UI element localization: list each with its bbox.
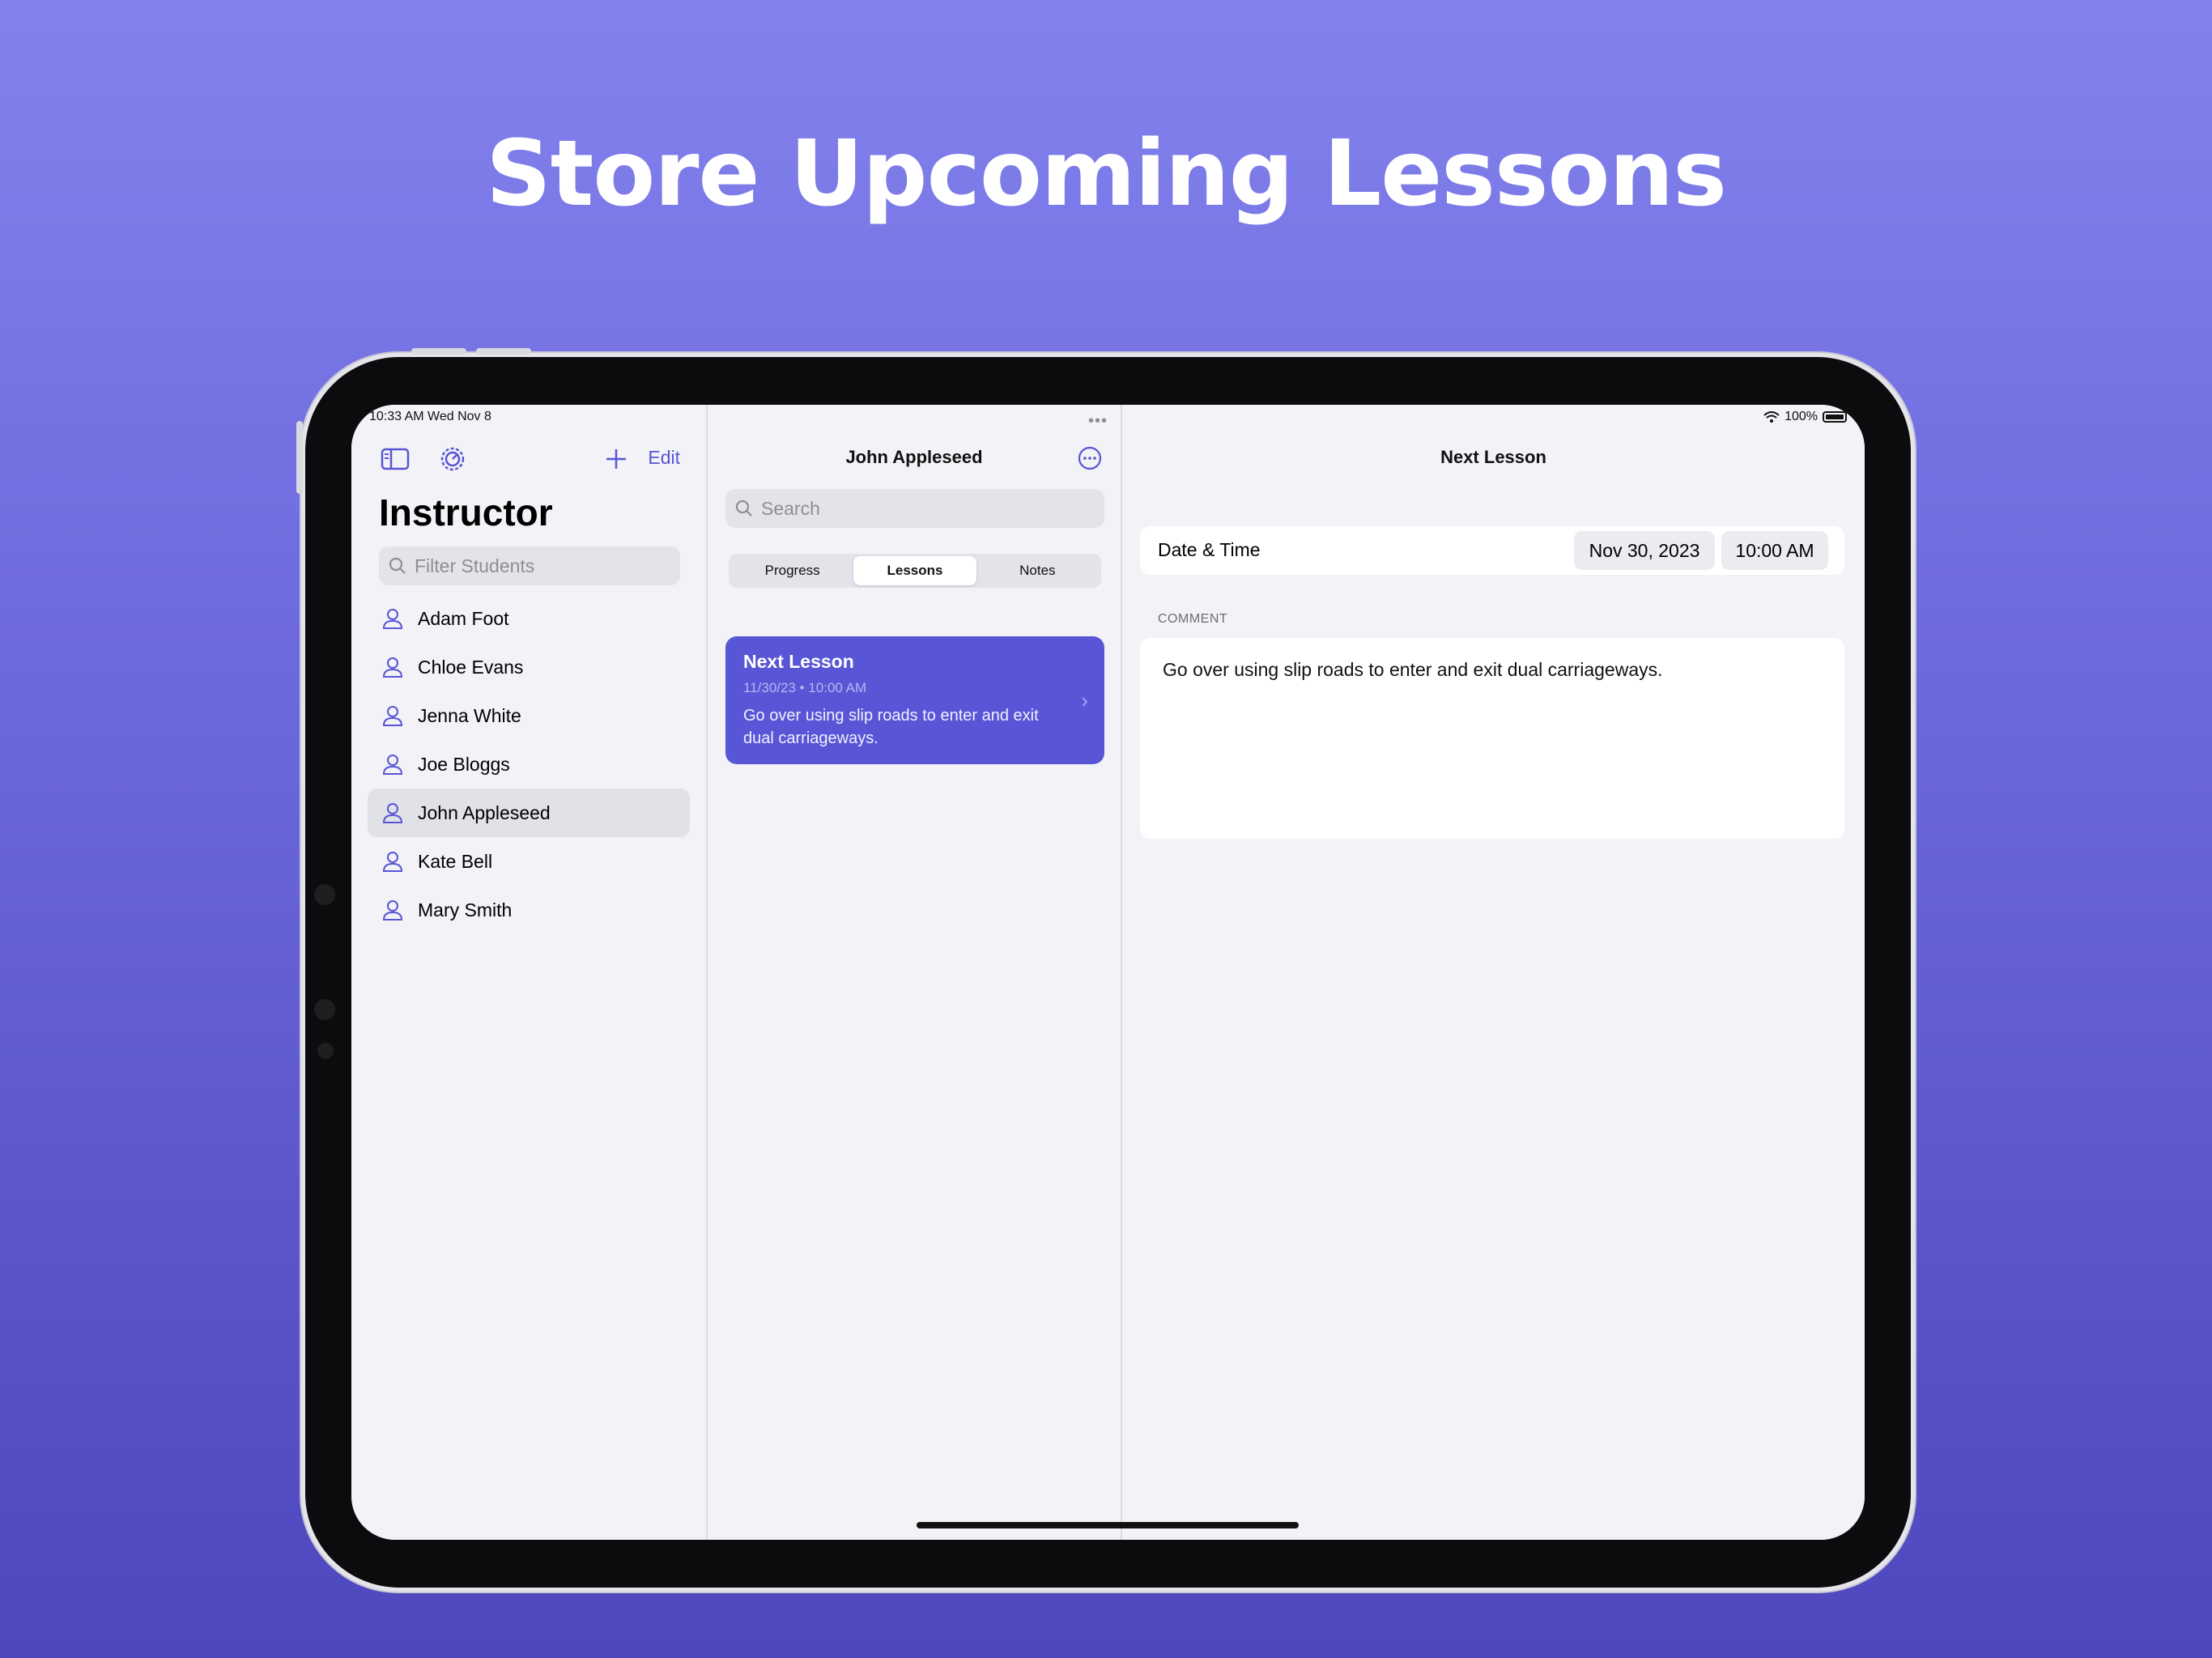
camera-icon — [314, 999, 335, 1020]
student-name: Chloe Evans — [418, 656, 524, 678]
student-name: Adam Foot — [418, 607, 509, 629]
date-time-row: Date & Time Nov 30, 2023 10:00 AM — [1140, 526, 1844, 575]
power-button — [296, 421, 303, 494]
person-icon — [382, 706, 403, 726]
student-row-kate-bell[interactable]: Kate Bell — [368, 837, 690, 886]
status-time: 10:33 AM Wed Nov 8 — [369, 410, 491, 423]
student-row-joe-bloggs[interactable]: Joe Bloggs — [368, 740, 690, 789]
edit-button[interactable]: Edit — [648, 447, 680, 469]
lesson-detail-pane: 100% Next Lesson Date & Time Nov 30, 202… — [1122, 405, 1865, 1540]
settings-gear-icon[interactable] — [439, 445, 466, 473]
search-placeholder: Search — [761, 497, 820, 519]
lesson-card-date: 11/30/23 • 10:00 AM — [743, 680, 867, 695]
status-right: 100% — [1763, 410, 1847, 424]
lesson-card-title: Next Lesson — [743, 651, 854, 672]
date-time-label: Date & Time — [1158, 539, 1261, 560]
lesson-card[interactable]: Next Lesson 11/30/23 • 10:00 AM Go over … — [725, 636, 1104, 764]
home-indicator[interactable] — [917, 1522, 1299, 1528]
segmented-control: Progress Lessons Notes — [729, 554, 1101, 588]
filter-students-input[interactable]: Filter Students — [379, 546, 680, 585]
student-name: Jenna White — [418, 704, 521, 726]
camera-icon — [314, 884, 335, 905]
sensor-icon — [317, 1043, 334, 1059]
student-name: John Appleseed — [418, 801, 551, 823]
student-name: Joe Bloggs — [418, 753, 510, 775]
multitasking-dots-icon[interactable]: ••• — [1088, 413, 1108, 429]
student-row-chloe-evans[interactable]: Chloe Evans — [368, 643, 690, 691]
person-icon — [382, 657, 403, 678]
ipad-screen: 10:33 AM Wed Nov 8 Edit Instructor Filte… — [351, 405, 1865, 1540]
student-row-jenna-white[interactable]: Jenna White — [368, 691, 690, 740]
tab-lessons[interactable]: Lessons — [853, 556, 976, 585]
lesson-card-body: Go over using slip roads to enter and ex… — [743, 707, 1039, 747]
student-row-adam-foot[interactable]: Adam Foot — [368, 594, 690, 643]
person-icon — [382, 755, 403, 775]
search-icon — [389, 557, 406, 574]
student-row-mary-smith[interactable]: Mary Smith — [368, 886, 690, 934]
filter-placeholder: Filter Students — [415, 555, 535, 576]
wifi-icon — [1763, 411, 1780, 423]
sidebar: 10:33 AM Wed Nov 8 Edit Instructor Filte… — [351, 405, 708, 1540]
time-picker[interactable]: 10:00 AM — [1721, 531, 1828, 570]
sidebar-title: Instructor — [379, 491, 553, 534]
student-detail-pane: John Appleseed Search Progress Lessons N… — [708, 405, 1122, 1540]
person-icon — [382, 609, 403, 629]
sidebar-toggle-icon[interactable] — [381, 447, 410, 471]
student-title: John Appleseed — [845, 447, 983, 467]
volume-button — [476, 348, 531, 355]
battery-percent: 100% — [1784, 410, 1818, 423]
person-icon — [382, 900, 403, 920]
chevron-right-icon: › — [1081, 688, 1088, 712]
page-headline: Store Upcoming Lessons — [486, 121, 1727, 227]
battery-icon — [1823, 411, 1847, 423]
comment-text: Go over using slip roads to enter and ex… — [1163, 659, 1663, 680]
student-list: Adam Foot Chloe Evans Jenna White Joe Bl… — [368, 594, 690, 934]
person-icon — [382, 803, 403, 823]
search-input[interactable]: Search — [725, 489, 1104, 528]
detail-title: Next Lesson — [1440, 447, 1546, 467]
tab-notes[interactable]: Notes — [976, 556, 1099, 585]
student-row-john-appleseed[interactable]: John Appleseed — [368, 789, 690, 837]
comment-textarea[interactable]: Go over using slip roads to enter and ex… — [1140, 638, 1844, 839]
add-student-plus-icon[interactable] — [604, 447, 628, 471]
comment-label: COMMENT — [1158, 612, 1228, 626]
student-name: Kate Bell — [418, 850, 493, 872]
volume-button — [411, 348, 466, 355]
student-name: Mary Smith — [418, 899, 513, 920]
search-icon — [735, 500, 752, 517]
date-picker[interactable]: Nov 30, 2023 — [1574, 531, 1715, 570]
more-options-ellipsis-icon[interactable] — [1077, 445, 1103, 471]
tab-progress[interactable]: Progress — [731, 556, 853, 585]
person-icon — [382, 852, 403, 872]
